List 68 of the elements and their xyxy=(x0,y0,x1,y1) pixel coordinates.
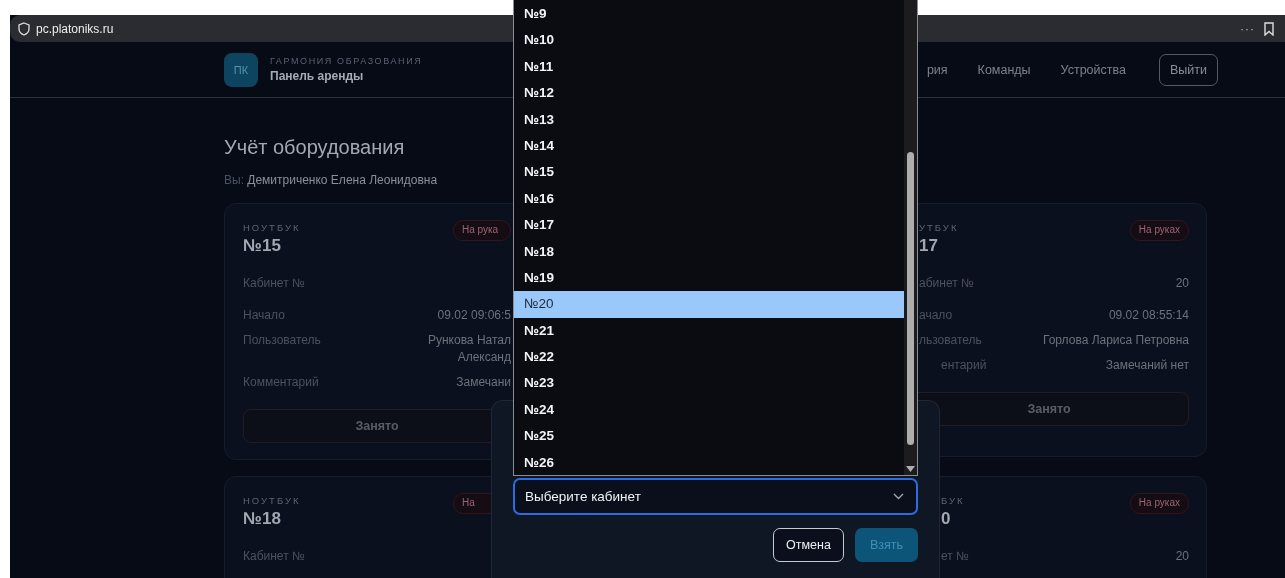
field-value: Замечани xyxy=(456,374,511,391)
dropdown-option[interactable]: №10 xyxy=(514,27,904,54)
device-number: №15 xyxy=(243,235,282,257)
field-value: 20 xyxy=(1175,548,1189,565)
nav-link[interactable]: рия xyxy=(926,62,948,77)
scrollbar-thumb[interactable] xyxy=(907,152,914,445)
field-label: Комментарий xyxy=(243,374,319,391)
chevron-down-icon xyxy=(893,493,904,500)
field-value: 20 xyxy=(1175,275,1189,292)
shield-icon xyxy=(18,21,30,36)
field-value: Александ xyxy=(456,349,511,366)
field-value: Горлова Лариса Петровна xyxy=(1042,332,1189,349)
dropdown-option[interactable]: №21 xyxy=(514,317,904,345)
field-label: Кабинет № xyxy=(243,548,305,565)
status-badge: На руках xyxy=(1129,493,1189,514)
dropdown-option[interactable]: №24 xyxy=(514,396,904,424)
bookmark-icon xyxy=(1263,21,1275,36)
dropdown-option[interactable]: №15 xyxy=(514,159,904,186)
field-label: Пользователь xyxy=(243,332,321,349)
page-title: Учёт оборудования xyxy=(224,136,405,160)
dropdown-option[interactable]: №11 xyxy=(514,53,904,81)
dropdown-option[interactable]: №22 xyxy=(514,344,904,371)
nav-link[interactable]: Устройства xyxy=(1060,62,1126,77)
field-value: Замечаний нет xyxy=(1105,357,1189,374)
cancel-button[interactable]: Отмена xyxy=(773,528,844,562)
field-value: Рункова Натал xyxy=(427,332,511,349)
device-number: 0 xyxy=(941,508,952,530)
more-menu-button[interactable]: ··· xyxy=(1240,21,1255,36)
brand-title: Панель аренды xyxy=(270,69,365,83)
status-badge: На руках xyxy=(1129,220,1189,241)
dropdown-option[interactable]: №26 xyxy=(514,449,904,477)
field-value: 09.02 08:55:14 xyxy=(1108,307,1189,324)
dropdown-option[interactable]: №17 xyxy=(514,212,904,239)
select-placeholder: Выберите кабинет xyxy=(525,489,641,504)
dropdown-option[interactable]: №16 xyxy=(514,185,904,213)
logo-badge: ПК xyxy=(224,52,258,87)
field-label: Кабинет № xyxy=(243,275,305,292)
logout-button[interactable]: Выйти xyxy=(1159,53,1218,86)
field-label: льзователь xyxy=(919,332,982,349)
field-label: Начало xyxy=(243,307,285,324)
field-label: ентарий xyxy=(941,357,987,374)
device-number: №18 xyxy=(243,508,282,530)
scroll-down-arrow-icon xyxy=(906,466,915,472)
nav-link[interactable]: Команды xyxy=(977,62,1031,77)
dropdown-option[interactable]: №12 xyxy=(514,80,904,107)
device-number: 17 xyxy=(919,235,939,257)
device-type-label: НОУТБУК xyxy=(243,495,301,507)
current-user-text: Вы: Демитриченко Елена Леонидовна xyxy=(224,173,438,188)
device-type-label: БУК xyxy=(941,495,965,507)
dropdown-option[interactable]: №18 xyxy=(514,238,904,265)
device-type-label: НОУТБУК xyxy=(243,222,301,234)
dropdown-option[interactable]: №25 xyxy=(514,423,904,450)
dropdown-option[interactable]: №19 xyxy=(514,264,904,292)
device-type-label: УТБУК xyxy=(919,222,959,234)
status-badge: На рука xyxy=(453,220,511,241)
dropdown-option[interactable]: №23 xyxy=(514,370,904,397)
dropdown-option[interactable]: №13 xyxy=(514,106,904,133)
url-text: pc.platoniks.ru xyxy=(36,21,115,36)
field-value: 09.02 09:06:5 xyxy=(437,307,511,324)
dropdown-option[interactable]: №20 xyxy=(514,291,904,318)
field-label: абинет № xyxy=(919,275,974,292)
dropdown-option[interactable]: №9 xyxy=(514,1,904,28)
scrollbar[interactable] xyxy=(904,0,917,475)
field-label: ет № xyxy=(941,548,969,565)
dropdown-option[interactable]: №14 xyxy=(514,132,904,160)
field-label: ачало xyxy=(919,307,953,324)
cabinet-select[interactable]: Выберите кабинет xyxy=(513,478,918,515)
brand-subtitle: ГАРМОНИЯ ОБРАЗОВАНИЯ xyxy=(270,56,423,66)
